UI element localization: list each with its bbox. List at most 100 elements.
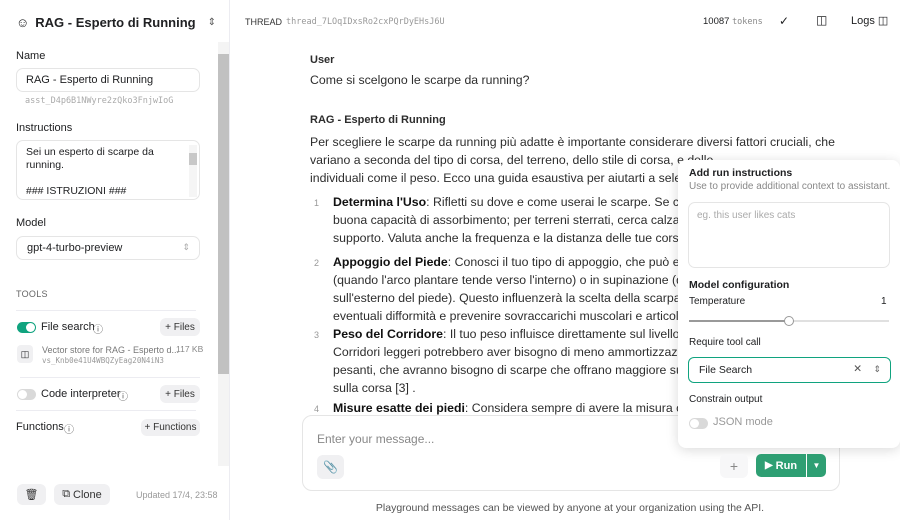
footer-disclaimer: Playground messages can be viewed by any… (375, 502, 765, 514)
assistant-role-label: RAG - Esperto di Running (310, 114, 446, 126)
list-item-title: Misure esatte dei piedi (333, 401, 465, 415)
database-icon[interactable]: ◫ (816, 13, 827, 27)
code-interpreter-label: Code interpreter (41, 388, 121, 400)
functions-label: Functions (16, 421, 64, 433)
run-instructions-subtitle: Use to provide additional context to ass… (689, 181, 891, 192)
clone-label: Clone (73, 488, 102, 501)
list-item-text: pesanti, che avranno bisogno di scarpe c… (333, 363, 708, 377)
add-function-button[interactable]: + Functions (141, 419, 200, 436)
assistant-selector[interactable]: ☺ RAG - Esperto di Running ⇕ (16, 12, 216, 32)
list-item-title: Peso del Corridore (333, 327, 444, 341)
token-count: 10087 tokens (703, 16, 763, 27)
model-select[interactable]: gpt-4-turbo-preview ⇕ (16, 236, 200, 260)
tools-label: TOOLS (16, 289, 48, 299)
play-icon: ▶ (764, 460, 773, 471)
model-label: Model (16, 217, 46, 229)
temperature-value: 1 (881, 296, 887, 307)
thread-id[interactable]: thread_7LOqIDxsRo2cxPQrDyEHsJ6U (286, 17, 445, 27)
clear-thread-icon[interactable]: ✓ (779, 14, 789, 28)
chevron-updown-icon: ⇕ (207, 16, 216, 28)
assistant-text-line: individuali come il peso. Ecco una guida… (310, 171, 711, 185)
code-interpreter-add-files-button[interactable]: + Files (160, 385, 200, 403)
temperature-slider-thumb[interactable] (784, 316, 794, 326)
robot-icon: ☺ (16, 14, 30, 30)
run-instructions-input[interactable]: eg. this user likes cats (688, 202, 890, 268)
sidebar-scrollbar[interactable] (218, 42, 229, 466)
trash-icon: 🗑 (24, 489, 39, 501)
list-number: 4 (314, 404, 320, 414)
temperature-label: Temperature (689, 296, 746, 307)
vector-store-id: vs_Knb0e41U4WBQZyEag20N4iN3 (42, 356, 164, 365)
assistant-id: asst_D4p6B1NWyre2zQko3FnjwIoG (25, 96, 174, 106)
run-button[interactable]: ▶ Run (756, 454, 806, 477)
temperature-slider-fill (689, 320, 789, 322)
json-mode-label: JSON mode (713, 416, 773, 428)
token-number: 10087 (703, 16, 730, 27)
require-tool-select[interactable]: File Search ✕ ⇕ (688, 357, 891, 383)
clone-button[interactable]: ⧉ Clone (54, 484, 110, 505)
require-tool-label: Require tool call (689, 337, 761, 348)
list-item-text: : Rifletti su dove e come userai le scar… (426, 195, 714, 209)
list-item-text: buona capacità di assorbimento; per terr… (333, 213, 701, 227)
assistant-sidebar: ☺ RAG - Esperto di Running ⇕ Name RAG - … (0, 0, 230, 520)
list-number: 2 (314, 258, 320, 268)
assistant-text-line: variano a seconda del tipo di corsa, del… (310, 153, 714, 167)
clear-icon[interactable]: ✕ (853, 363, 862, 375)
vector-store-name[interactable]: Vector store for RAG - Esperto d... (42, 345, 179, 355)
list-item-text: supporto. Valuta anche la frequenza e la… (333, 231, 703, 245)
delete-button[interactable]: 🗑 (17, 484, 46, 505)
list-number: 1 (314, 198, 320, 208)
list-item-text: (quando l'arco plantare tende verso l'in… (333, 273, 711, 287)
info-icon: ⓘ (64, 425, 74, 436)
list-item-text: : Conosci il tuo tipo di appoggio, che p… (447, 255, 710, 269)
logs-button[interactable]: Logs ◫ (851, 14, 888, 27)
file-search-add-files-button[interactable]: + Files (160, 318, 200, 336)
textarea-scrollbar[interactable] (189, 145, 197, 197)
list-item-text: sulla corsa [3] . (333, 381, 416, 395)
list-number: 3 (314, 330, 320, 340)
chevron-updown-icon: ⇕ (873, 364, 881, 374)
message-input[interactable]: Enter your message... (317, 432, 677, 446)
require-tool-value: File Search (699, 364, 753, 376)
run-options-popover: Add run instructions Use to provide addi… (678, 160, 900, 448)
database-icon: ◫ (17, 345, 33, 363)
divider (16, 310, 196, 311)
model-config-label: Model configuration (689, 279, 790, 291)
divider (20, 377, 200, 378)
vector-store-size: 117 KB (176, 344, 204, 354)
logs-label: Logs (851, 15, 875, 27)
json-mode-toggle[interactable] (689, 418, 708, 429)
caret-down-icon: ▼ (812, 461, 821, 470)
model-value: gpt-4-turbo-preview (27, 242, 123, 254)
thread-label: THREAD (245, 17, 283, 27)
list-item-text: Corridori leggeri potrebbero aver bisogn… (333, 345, 701, 359)
constrain-output-label: Constrain output (689, 394, 763, 405)
list-item-title: Determina l'Uso (333, 195, 427, 209)
list-item: Peso del Corridore: Il tuo peso influisc… (333, 325, 713, 343)
file-search-label: File search (41, 321, 95, 333)
list-item-text: : Il tuo peso influisce direttamente sul… (443, 327, 714, 341)
tokens-unit: tokens (732, 17, 763, 27)
code-interpreter-toggle[interactable] (17, 389, 36, 400)
instructions-line: Sei un esperto di scarpe da (26, 146, 154, 158)
instructions-textarea[interactable]: Sei un esperto di scarpe da running. ###… (16, 140, 200, 200)
temperature-slider[interactable] (689, 316, 889, 326)
add-message-button[interactable]: + (720, 454, 748, 478)
assistant-text-line: Per scegliere le scarpe da running più a… (310, 135, 835, 149)
run-options-dropdown-button[interactable]: ▼ (807, 454, 826, 477)
list-item-text: sull'esterno del piede). Questo influenz… (333, 291, 711, 305)
copy-icon: ⧉ (62, 488, 71, 500)
list-item-title: Appoggio del Piede (333, 255, 448, 269)
name-input[interactable]: RAG - Esperto di Running (16, 68, 200, 92)
paperclip-icon: 📎 (323, 460, 338, 474)
assistant-title: RAG - Esperto di Running (35, 14, 196, 30)
instructions-label: Instructions (16, 122, 73, 134)
user-role-label: User (310, 54, 335, 66)
info-icon: ⓘ (118, 392, 128, 403)
list-item-text: eventuali difformità e prevenire sovracc… (333, 309, 700, 323)
updated-timestamp: Updated 17/4, 23:58 (136, 490, 218, 500)
attach-button[interactable]: 📎 (317, 455, 344, 479)
name-label: Name (16, 50, 46, 62)
file-search-toggle[interactable] (17, 322, 36, 333)
instructions-line: running. (26, 159, 64, 171)
